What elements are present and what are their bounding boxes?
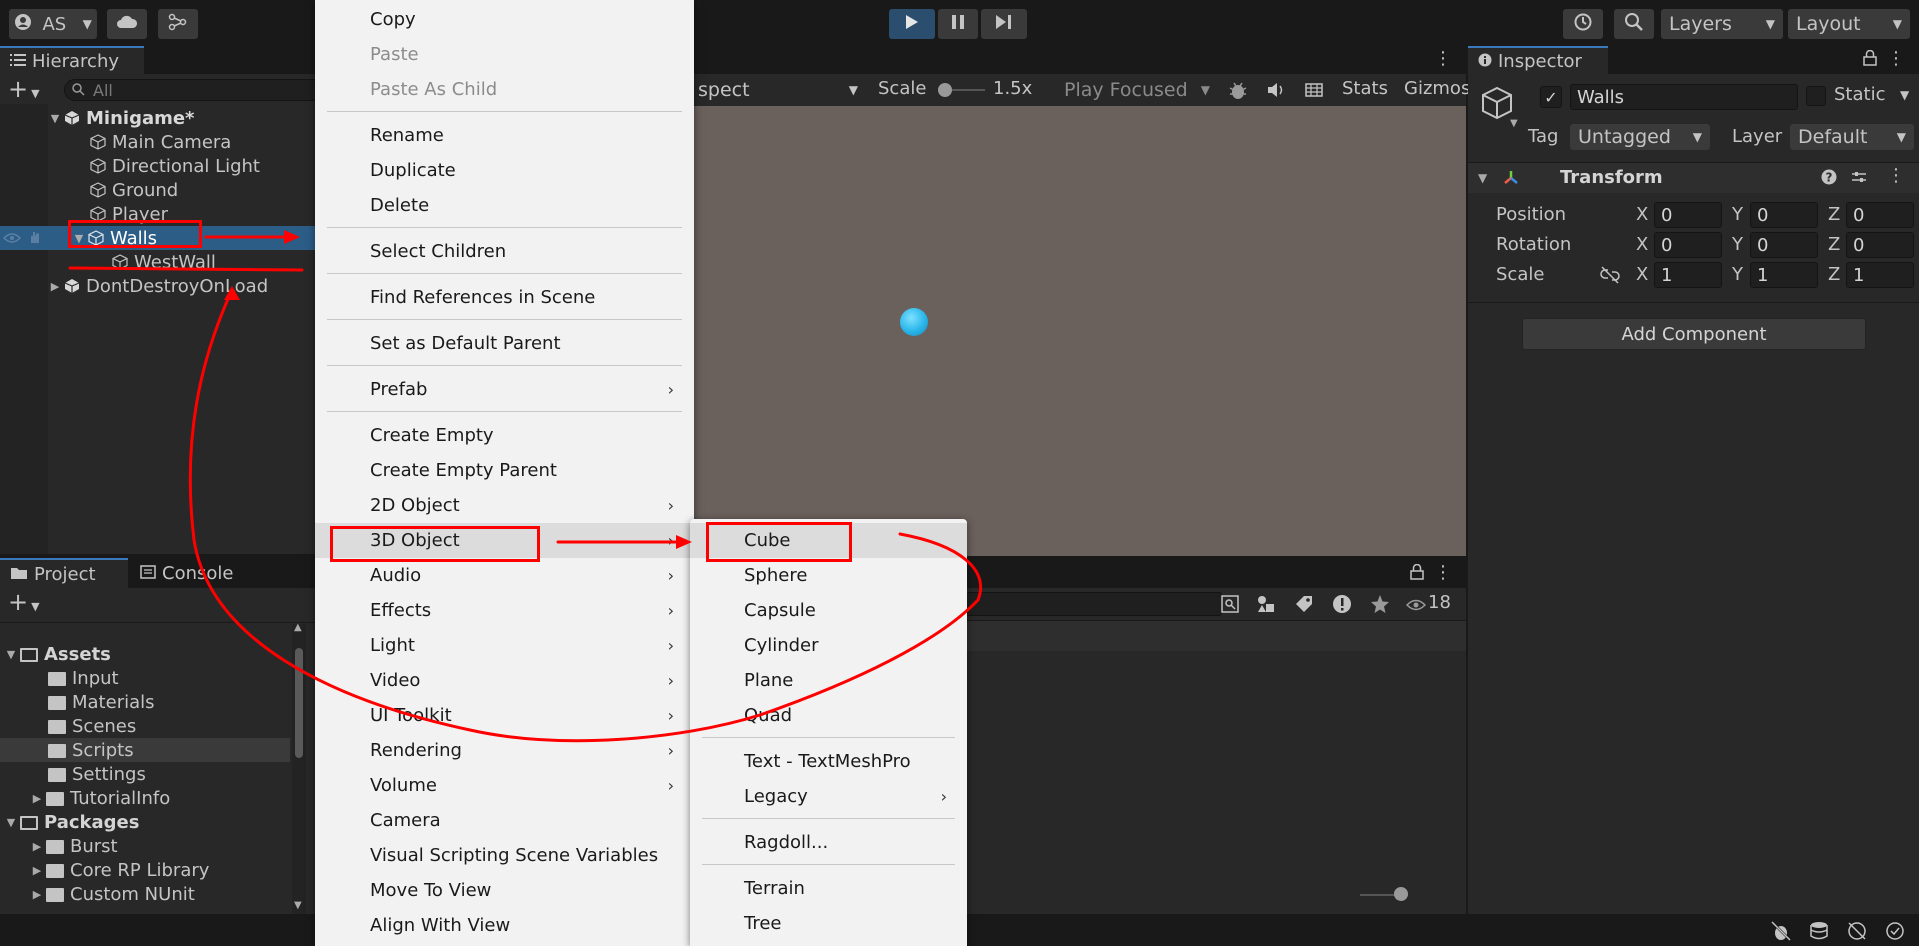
annotation-drawing <box>68 230 983 743</box>
arrowhead-icon <box>676 535 692 549</box>
arrowhead-icon <box>224 286 240 300</box>
unity-editor: AS ▼ Layers ▼ Layout ▼ Hierarchy + ▼ All… <box>0 0 1919 946</box>
arrowhead-icon <box>284 230 300 244</box>
annotation-curve <box>188 288 983 743</box>
annotation-underline-westwall <box>68 266 304 272</box>
